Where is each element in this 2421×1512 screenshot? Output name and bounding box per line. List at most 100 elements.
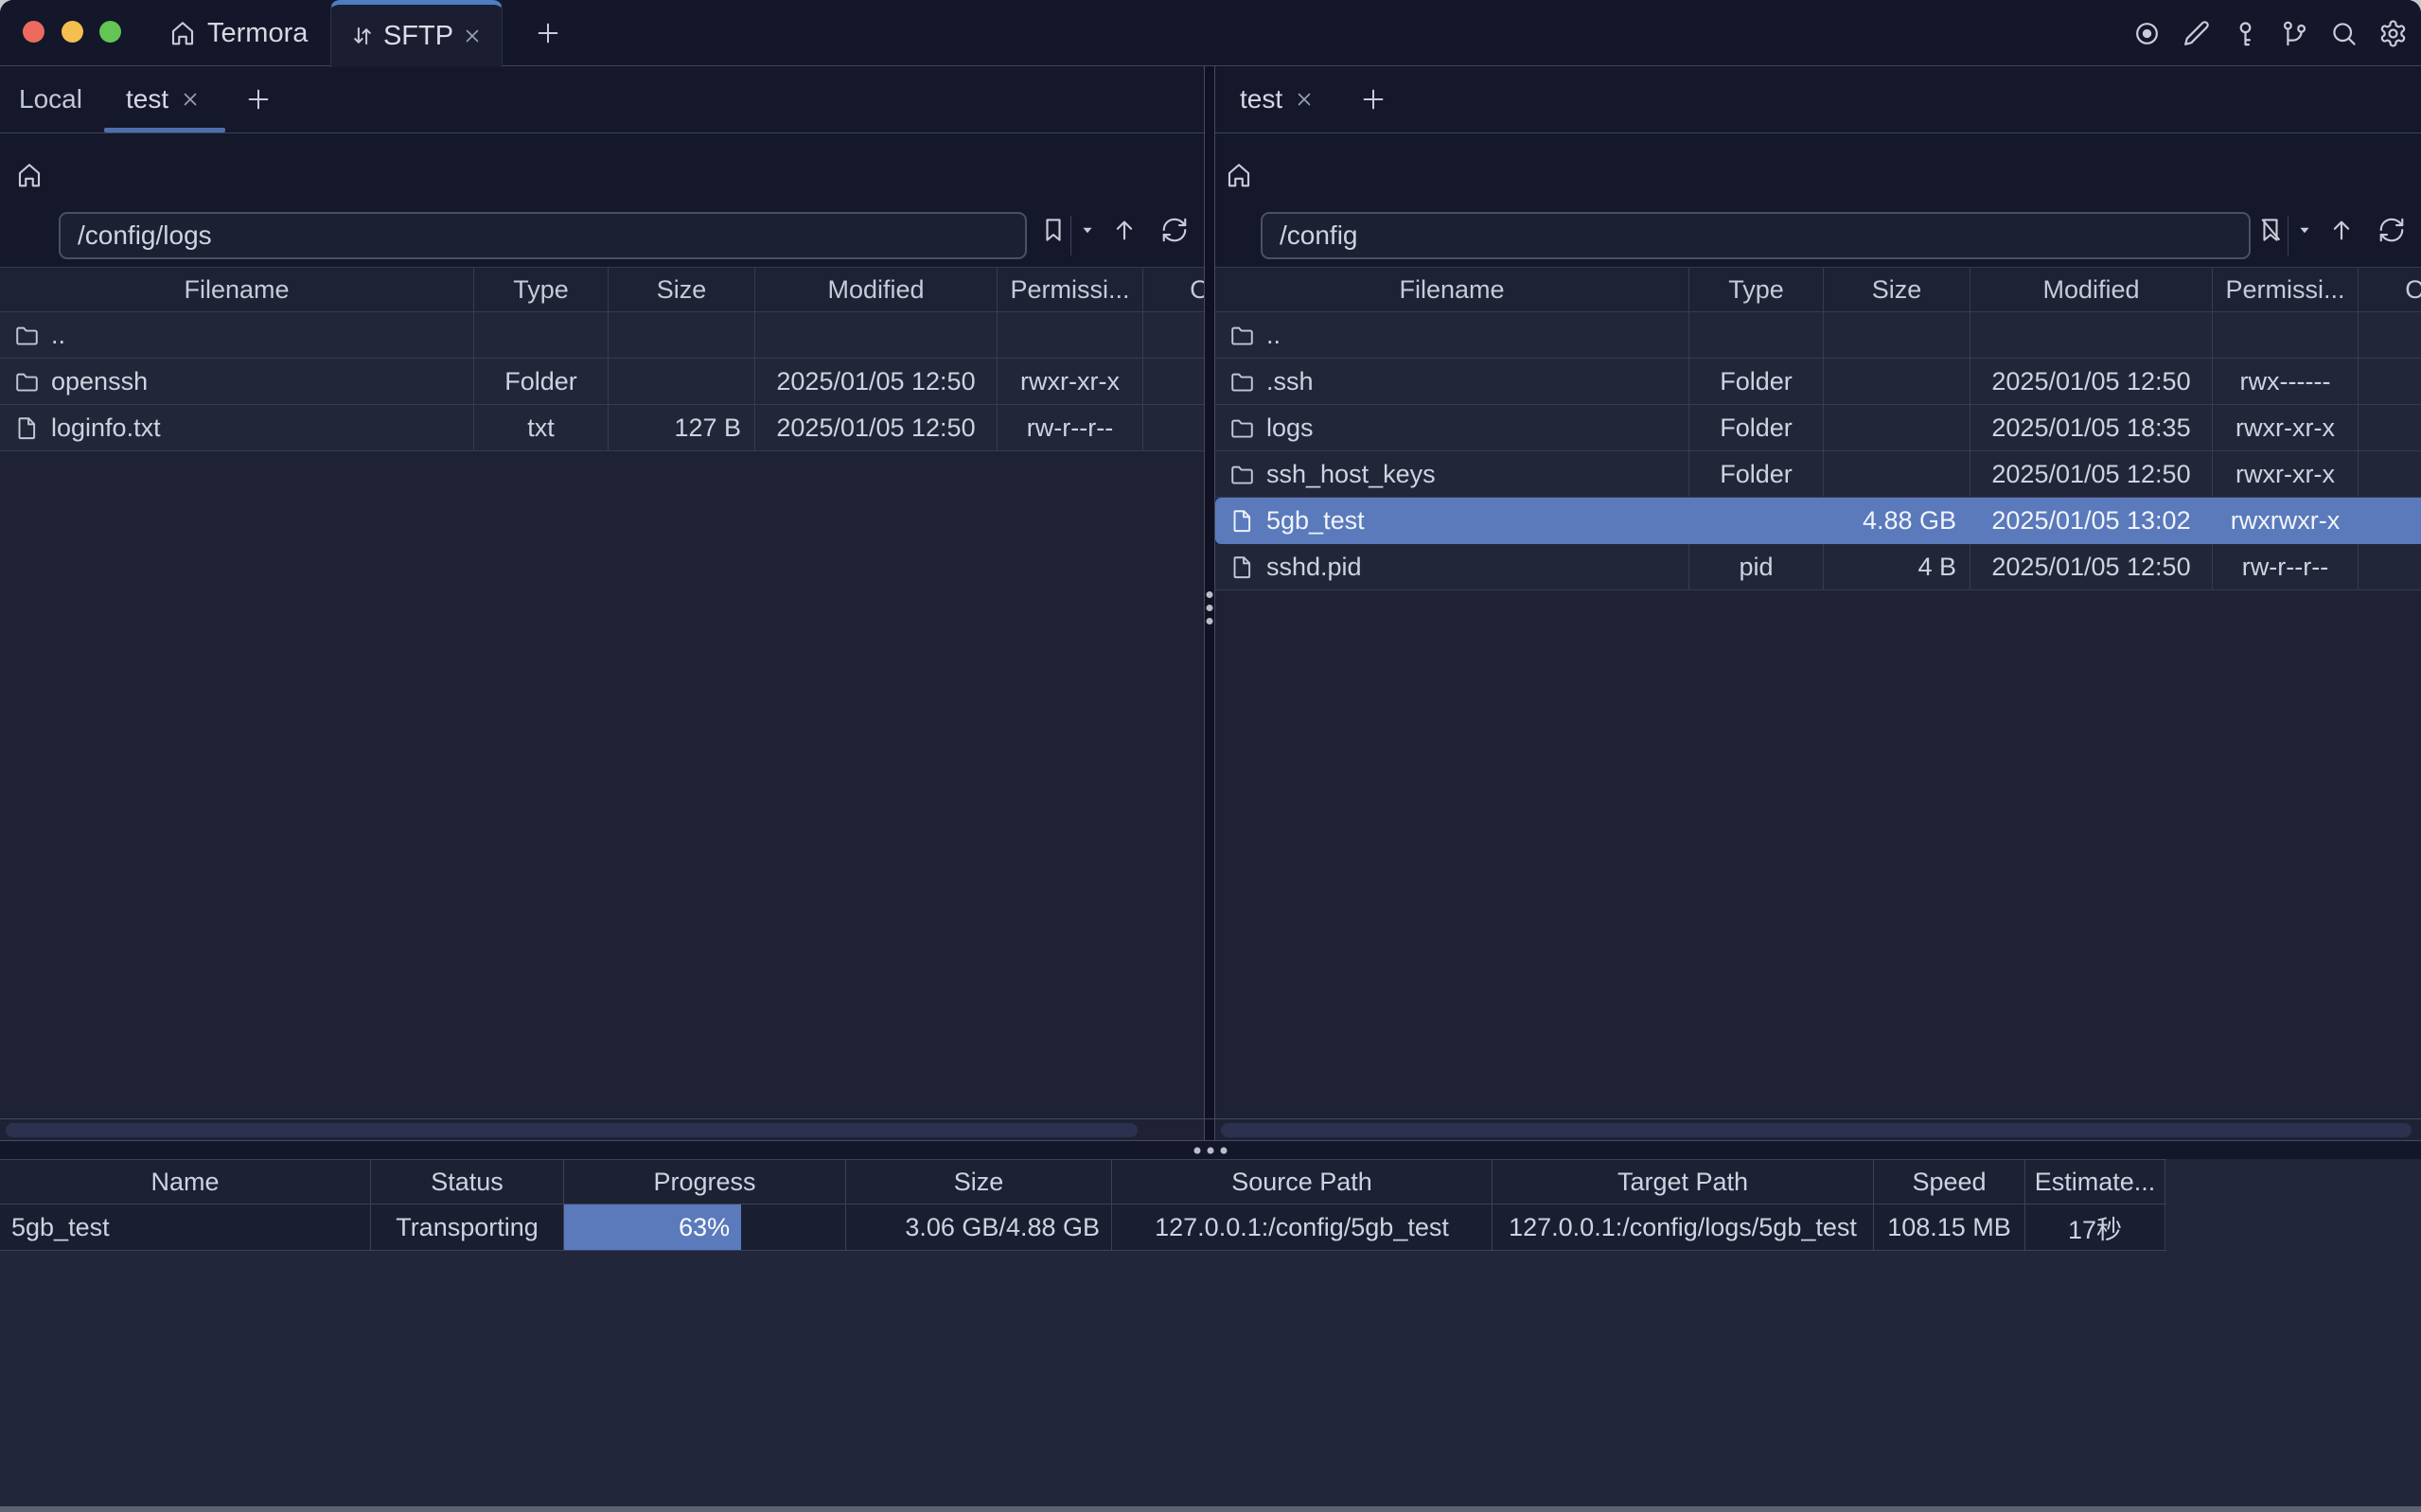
transfer-size-cell: 3.06 GB/4.88 GB <box>846 1204 1112 1250</box>
plus-icon <box>244 85 273 114</box>
file-modified-cell: 2025/01/05 12:50 <box>1970 544 2213 589</box>
column-header-filename[interactable]: Filename <box>1215 268 1689 311</box>
transfer-column-progress[interactable]: Progress <box>564 1160 846 1204</box>
file-modified-cell <box>755 312 998 358</box>
new-tab-button[interactable] <box>235 66 282 132</box>
column-header-modified[interactable]: Modified <box>1970 268 2213 311</box>
file-permissions-cell: rwxr-xr-x <box>998 359 1143 404</box>
new-tab-button[interactable] <box>1350 66 1397 132</box>
column-header-modified[interactable]: Modified <box>755 268 998 311</box>
column-header-permissi[interactable]: Permissi... <box>2213 268 2359 311</box>
file-permissions-cell: rwxr-xr-x <box>2213 451 2359 497</box>
file-row-[interactable]: .. <box>0 312 1204 359</box>
file-row-logs[interactable]: logsFolder2025/01/05 18:35rwxr-xr-x <box>1215 405 2421 451</box>
transfer-name-cell: 5gb_test <box>0 1204 371 1250</box>
window-close-button[interactable] <box>23 21 44 43</box>
new-window-tab-button[interactable] <box>516 0 580 66</box>
file-name-cell: loginfo.txt <box>0 405 474 450</box>
column-header-type[interactable]: Type <box>474 268 609 311</box>
record-icon[interactable] <box>2132 19 2162 48</box>
edit-icon[interactable] <box>2182 19 2211 48</box>
transfer-target-cell: 127.0.0.1:/config/logs/5gb_test <box>1493 1204 1874 1250</box>
home-icon[interactable] <box>15 161 44 189</box>
file-modified-cell: 2025/01/05 12:50 <box>1970 359 2213 404</box>
path-input[interactable] <box>1261 212 2251 259</box>
horizontal-scrollbar[interactable] <box>6 1123 1138 1137</box>
branches-icon[interactable] <box>2280 19 2309 48</box>
transfer-column-target-path[interactable]: Target Path <box>1493 1160 1874 1204</box>
progress-bar: 63% <box>564 1204 741 1250</box>
folder-icon <box>13 322 41 349</box>
file-row-[interactable]: .. <box>1215 312 2421 359</box>
pane-splitter[interactable] <box>1204 66 1215 1140</box>
window-zoom-button[interactable] <box>99 21 121 43</box>
search-icon[interactable] <box>2329 19 2359 48</box>
file-name-cell: 5gb_test <box>1215 498 1689 543</box>
right-file-area: FilenameTypeSizeModifiedPermissi...Ow...… <box>1215 267 2421 1140</box>
chevron-down-icon[interactable] <box>1077 220 1098 240</box>
bookmark-slash-icon[interactable] <box>2256 216 2285 244</box>
file-type-cell <box>1689 498 1824 543</box>
key-icon[interactable] <box>2231 19 2260 48</box>
file-owner-cell <box>2359 544 2421 589</box>
column-header-size[interactable]: Size <box>609 268 755 311</box>
transfers-table: NameStatusProgressSizeSource PathTarget … <box>0 1159 2166 1251</box>
horizontal-scrollbar[interactable] <box>1221 1123 2412 1137</box>
column-header-ow[interactable]: Ow <box>2359 268 2421 311</box>
transfer-column-source-path[interactable]: Source Path <box>1112 1160 1493 1204</box>
file-row-openssh[interactable]: opensshFolder2025/01/05 12:50rwxr-xr-x <box>0 359 1204 405</box>
chevron-down-icon[interactable] <box>2294 220 2315 240</box>
column-header-filename[interactable]: Filename <box>0 268 474 311</box>
app-home-button[interactable]: Termora <box>168 0 308 66</box>
splitter-grip-icon <box>1207 591 1213 624</box>
transfer-column-estimate[interactable]: Estimate... <box>2025 1160 2165 1204</box>
close-icon[interactable] <box>180 89 201 110</box>
arrow-up-icon[interactable] <box>1110 216 1139 244</box>
close-icon[interactable] <box>1294 89 1315 110</box>
file-row-loginfo-txt[interactable]: loginfo.txttxt127 B2025/01/05 12:50rw-r-… <box>0 405 1204 451</box>
home-icon[interactable] <box>1225 161 1253 189</box>
transfer-column-status[interactable]: Status <box>371 1160 564 1204</box>
column-header-permissi[interactable]: Permissi... <box>998 268 1143 311</box>
transfer-column-name[interactable]: Name <box>0 1160 371 1204</box>
file-row-5gb-test[interactable]: 5gb_test4.88 GB2025/01/05 13:02rwxrwxr-x <box>1215 498 2421 544</box>
column-header-size[interactable]: Size <box>1824 268 1970 311</box>
file-owner-cell <box>2359 405 2421 450</box>
refresh-icon[interactable] <box>2377 216 2406 244</box>
window-minimize-button[interactable] <box>62 21 83 43</box>
refresh-icon[interactable] <box>1160 216 1189 244</box>
file-modified-cell: 2025/01/05 12:50 <box>755 405 998 450</box>
left-pane: Local test FilenameTypeSizeModifiedPermi… <box>0 66 1204 1140</box>
column-header-ow[interactable]: Ow <box>1143 268 1204 311</box>
close-icon[interactable] <box>462 26 483 46</box>
arrow-up-icon[interactable] <box>2327 216 2356 244</box>
file-row-ssh[interactable]: .sshFolder2025/01/05 12:50rwx------ <box>1215 359 2421 405</box>
bookmark-icon[interactable] <box>1039 216 1068 244</box>
file-type-cell: Folder <box>1689 451 1824 497</box>
tab-test-right[interactable]: test <box>1240 66 1315 132</box>
tab-sftp-label: SFTP <box>383 21 453 52</box>
transfer-status-cell: Transporting <box>371 1204 564 1250</box>
transfer-column-speed[interactable]: Speed <box>1874 1160 2025 1204</box>
file-type-cell <box>474 312 609 358</box>
file-size-cell <box>609 312 755 358</box>
file-modified-cell: 2025/01/05 13:02 <box>1970 498 2213 543</box>
settings-gear-icon[interactable] <box>2378 19 2408 48</box>
tab-local-label: Local <box>19 84 82 114</box>
file-name-cell: .ssh <box>1215 359 1689 404</box>
tab-test-left[interactable]: test <box>126 66 201 132</box>
file-name-cell: .. <box>0 312 474 358</box>
file-modified-cell: 2025/01/05 18:35 <box>1970 405 2213 450</box>
path-input[interactable] <box>59 212 1027 259</box>
transfers-splitter[interactable] <box>0 1140 2421 1159</box>
transfer-row-5gb-test[interactable]: 5gb_testTransporting 63% 3.06 GB/4.88 GB 12… <box>0 1204 2166 1251</box>
tab-sftp[interactable]: SFTP <box>330 0 503 67</box>
file-row-ssh-host-keys[interactable]: ssh_host_keysFolder2025/01/05 12:50rwxr-… <box>1215 451 2421 498</box>
transfer-column-size[interactable]: Size <box>846 1160 1112 1204</box>
file-row-sshd-pid[interactable]: sshd.pidpid4 B2025/01/05 12:50rw-r--r-- <box>1215 544 2421 590</box>
file-table-header: FilenameTypeSizeModifiedPermissi...Ow <box>0 267 1204 312</box>
progress-label: 63% <box>679 1213 730 1242</box>
column-header-type[interactable]: Type <box>1689 268 1824 311</box>
file-icon <box>13 414 41 442</box>
tab-local[interactable]: Local <box>19 66 82 132</box>
